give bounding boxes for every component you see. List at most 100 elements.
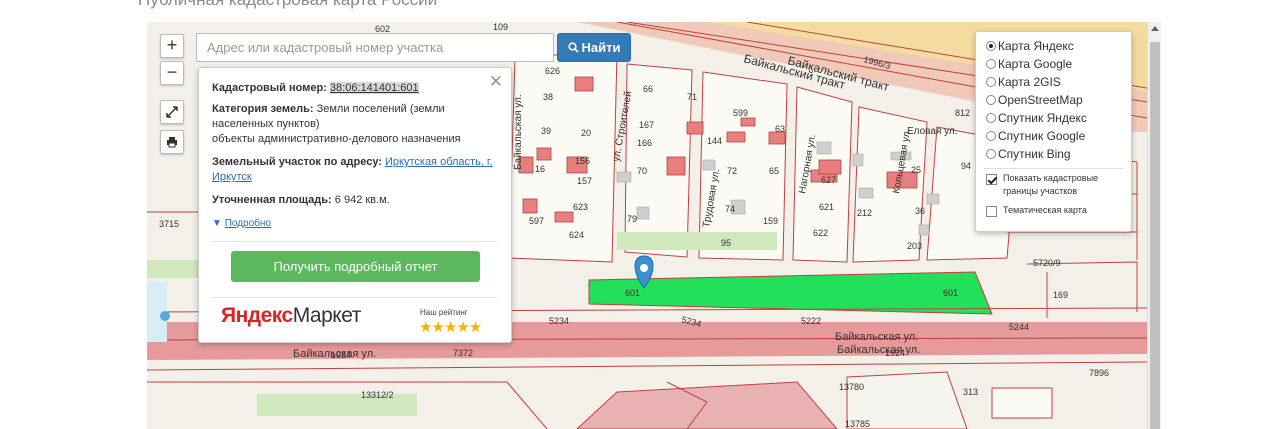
scroll-up-icon[interactable] — [1151, 26, 1159, 31]
map-number: 66 — [643, 84, 653, 94]
divider — [212, 297, 498, 298]
print-icon — [167, 137, 177, 148]
map-number: 1924 — [885, 348, 905, 358]
layer-option-osm[interactable]: OpenStreetMap — [986, 92, 1083, 108]
show-borders-label: Показать кадастровые границы участков — [1003, 173, 1099, 196]
zoom-out-button[interactable]: − — [160, 61, 184, 85]
map-number: 20 — [581, 128, 591, 138]
parcel-info-popup: ✕ Кадастровый номер: 38:06:141401:601 Ка… — [198, 67, 512, 343]
map-number: 13785 — [845, 419, 870, 429]
map-number: 13780 — [839, 382, 864, 392]
radio-icon[interactable] — [986, 59, 996, 69]
details-link[interactable]: Подробно — [225, 218, 271, 229]
layer-option-yandex[interactable]: Карта Яндекс — [986, 38, 1074, 54]
street-label: Еловая ул. — [907, 126, 958, 137]
area-row: Уточненная площадь: 6 942 кв.м. — [212, 193, 497, 208]
map-number: 95 — [721, 238, 731, 248]
radio-icon[interactable] — [986, 77, 996, 87]
map-layers-panel: Карта Яндекс Карта Google Карта 2GIS Ope… — [975, 31, 1132, 232]
map-number: 624 — [569, 230, 584, 240]
map-number: 597 — [529, 216, 544, 226]
page-title: Публичная кадастровая карта России — [138, 0, 437, 10]
address-row: Земельный участок по адресу: Иркутская о… — [212, 155, 497, 185]
rating-label: Наш рейтинг — [420, 308, 468, 317]
search-input[interactable] — [196, 33, 554, 62]
map-number: 601 — [943, 288, 958, 298]
map-number: 169 — [1053, 290, 1068, 300]
map-scrollbar[interactable] — [1147, 22, 1161, 429]
map-number: 156 — [575, 156, 590, 166]
print-button[interactable] — [160, 130, 184, 154]
layer-label: Спутник Bing — [998, 147, 1071, 161]
map-number: 109 — [493, 22, 508, 32]
map-number: 38 — [543, 92, 553, 102]
search-icon — [567, 42, 579, 53]
map-number: 313 — [963, 387, 978, 397]
caret-down-icon: ▼ — [212, 218, 222, 229]
map-number: 36 — [915, 206, 925, 216]
map-number: 63 — [775, 124, 785, 134]
brand-primary: Яндекс — [221, 304, 293, 327]
category-row: Категория земель: Земли поселений (земли… — [212, 102, 497, 147]
layer-option-2gis[interactable]: Карта 2GIS — [986, 74, 1061, 90]
street-label: Байкальская ул. — [513, 94, 524, 170]
street-label: Байкальская ул. — [837, 344, 920, 356]
map-number: 212 — [857, 208, 872, 218]
map-number: 167 — [639, 120, 654, 130]
map-number: 5244 — [1009, 322, 1029, 332]
map-number: 13312/2 — [361, 390, 394, 400]
rating-stars-icon: ★★★★★ — [419, 319, 482, 336]
street-label: Байкальская ул. — [835, 331, 918, 343]
map-number: 79 — [627, 214, 637, 224]
map-number: 622 — [813, 228, 828, 238]
map-number: 1924 — [331, 350, 351, 360]
map-number: 203 — [907, 241, 922, 251]
map-number: 626 — [545, 66, 560, 76]
show-borders-option[interactable]: Показать кадастровые границы участков — [986, 172, 1126, 198]
fullscreen-button[interactable] — [160, 100, 184, 124]
area-label: Уточненная площадь: — [212, 194, 332, 206]
thematic-map-option[interactable]: Тематическая карта — [986, 204, 1087, 217]
layer-option-bing-satellite[interactable]: Спутник Bing — [986, 146, 1071, 162]
map-number: 71 — [687, 92, 697, 102]
layer-label: Спутник Яндекс — [998, 111, 1087, 125]
radio-icon[interactable] — [986, 95, 996, 105]
get-report-button[interactable]: Получить подробный отчет — [231, 251, 480, 282]
map-number: 3715 — [159, 219, 179, 229]
checkbox-icon[interactable] — [986, 206, 997, 217]
yandex-market-logo[interactable]: ЯндексМаркет — [221, 304, 361, 328]
scroll-thumb[interactable] — [1150, 42, 1160, 429]
layer-option-google-satellite[interactable]: Спутник Google — [986, 128, 1085, 144]
radio-icon[interactable] — [986, 41, 996, 51]
layer-option-yandex-satellite[interactable]: Спутник Яндекс — [986, 110, 1087, 126]
divider — [212, 241, 498, 242]
map-number: 16 — [535, 164, 545, 174]
layer-label: Карта 2GIS — [998, 75, 1061, 89]
map-number: 599 — [733, 108, 748, 118]
map-number: 65 — [769, 166, 779, 176]
cadastral-number[interactable]: 38:06:141401:601 — [329, 82, 419, 94]
map-number: 159 — [763, 216, 778, 226]
radio-icon[interactable] — [986, 113, 996, 123]
map-number: 623 — [573, 202, 588, 212]
radio-icon[interactable] — [986, 149, 996, 159]
map-number: 70 — [637, 166, 647, 176]
brand-secondary: Маркет — [292, 304, 362, 327]
layer-option-google[interactable]: Карта Google — [986, 56, 1072, 72]
layer-label: Карта Яндекс — [998, 39, 1074, 53]
layer-label: Карта Google — [998, 57, 1073, 71]
map-number: 157 — [577, 176, 592, 186]
thematic-map-label: Тематическая карта — [1003, 205, 1087, 215]
map-number: 144 — [707, 136, 722, 146]
map-number: 74 — [725, 204, 735, 214]
radio-icon[interactable] — [986, 131, 996, 141]
category-purpose: объекты административно-делового назначе… — [212, 133, 461, 145]
layer-label: OpenStreetMap — [998, 93, 1083, 107]
checkbox-icon[interactable] — [986, 174, 997, 185]
map-number: 72 — [727, 166, 737, 176]
category-label: Категория земель: — [212, 103, 314, 115]
map-number: 812 — [955, 108, 970, 118]
zoom-in-button[interactable]: + — [160, 34, 184, 58]
search-button[interactable]: Найти — [557, 33, 631, 62]
details-toggle[interactable]: ▼ Подробно — [212, 216, 497, 231]
